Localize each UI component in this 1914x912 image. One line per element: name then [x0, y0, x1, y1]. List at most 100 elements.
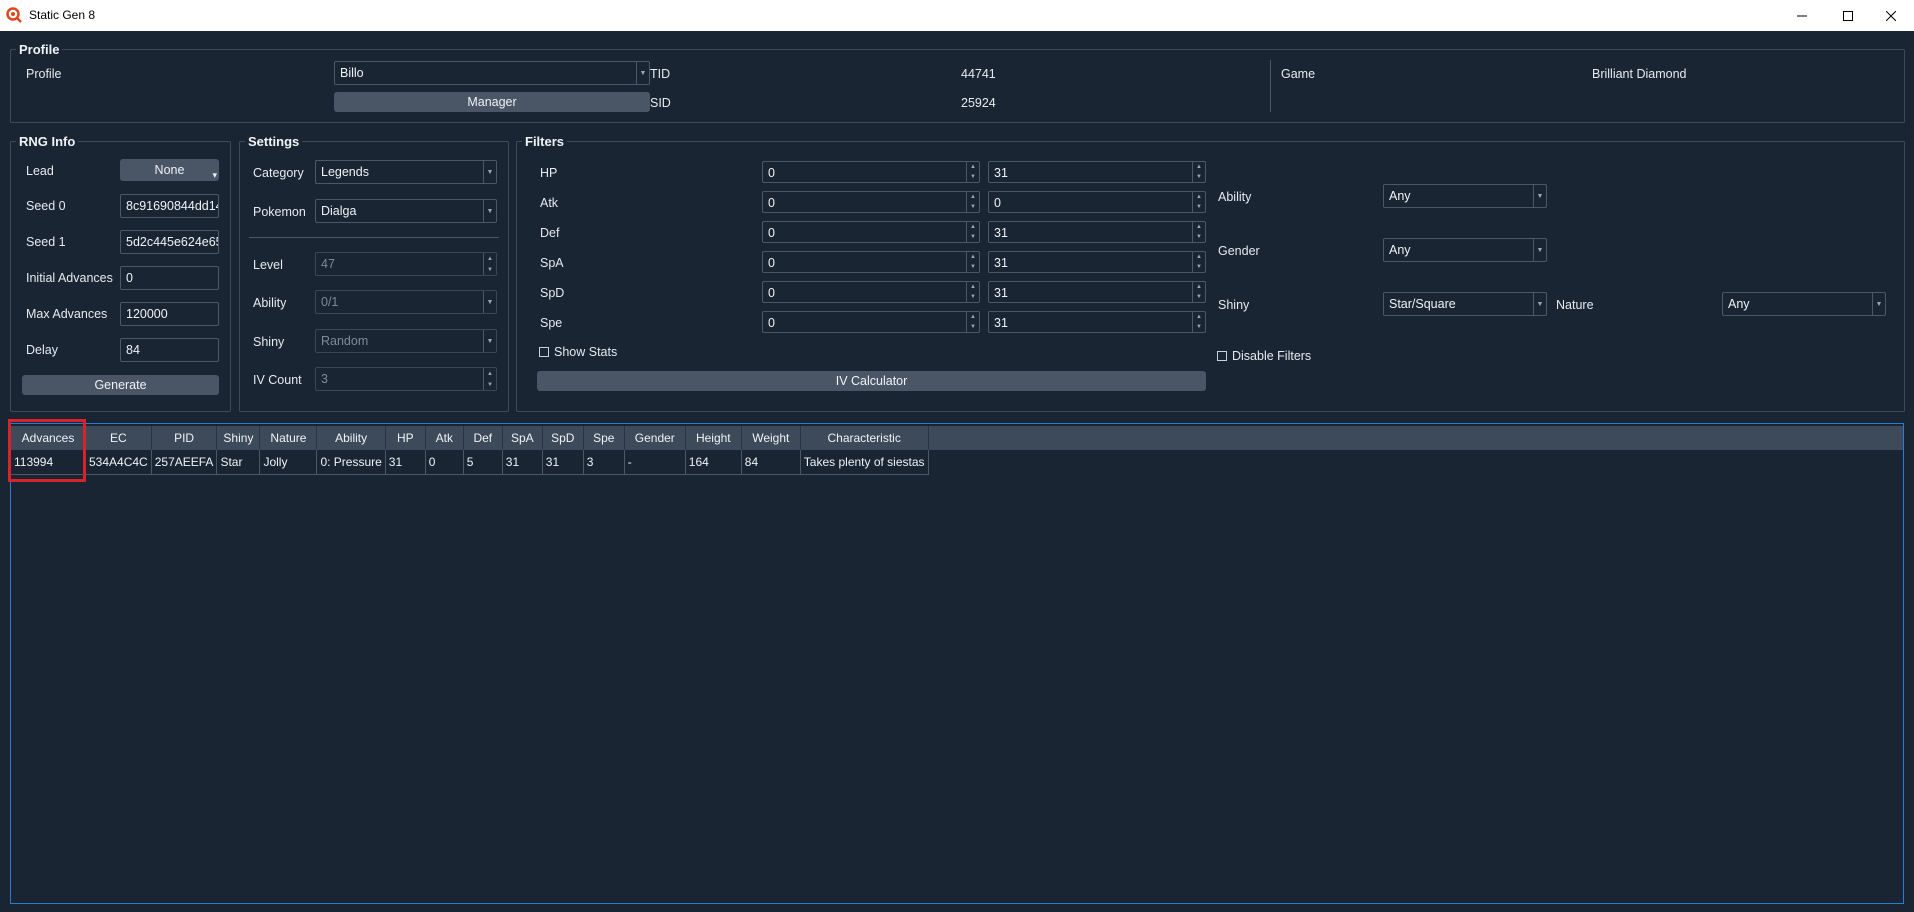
spin-down-icon[interactable]: ▼	[1193, 322, 1205, 332]
seed1-input[interactable]: 5d2c445e624e65	[120, 230, 219, 254]
column-header-shiny[interactable]: Shiny	[216, 426, 261, 450]
spin-up-icon[interactable]: ▲	[1193, 222, 1205, 232]
show-stats-checkbox[interactable]: Show Stats	[539, 345, 617, 359]
spin-buttons[interactable]: ▲ ▼	[966, 252, 979, 272]
cell-ability[interactable]: 0: Pressure	[316, 450, 386, 475]
cell-spe[interactable]: 3	[583, 450, 625, 475]
cell-ec[interactable]: 534A4C4C	[85, 450, 152, 475]
spin-buttons[interactable]: ▲ ▼	[966, 192, 979, 212]
column-header-ability[interactable]: Ability	[316, 426, 386, 450]
column-header-hp[interactable]: HP	[385, 426, 426, 450]
hp-min-spinbox[interactable]: 0 ▲ ▼	[762, 161, 980, 183]
results-grid[interactable]: Advances EC PID Shiny Nature Ability HP …	[11, 426, 929, 475]
initial-advances-input[interactable]: 0	[120, 266, 219, 290]
cell-characteristic[interactable]: Takes plenty of siestas	[800, 450, 929, 475]
column-header-spe[interactable]: Spe	[583, 426, 625, 450]
spin-buttons[interactable]: ▲ ▼	[1192, 282, 1205, 302]
pokemon-combo[interactable]: Dialga ▼	[315, 199, 497, 223]
nature-filter-combo[interactable]: Any ▼	[1722, 292, 1886, 316]
column-header-weight[interactable]: Weight	[741, 426, 801, 450]
cell-spa[interactable]: 31	[502, 450, 543, 475]
column-header-atk[interactable]: Atk	[425, 426, 464, 450]
spin-up-icon[interactable]: ▲	[1193, 252, 1205, 262]
spin-up-icon[interactable]: ▲	[1193, 282, 1205, 292]
spin-down-icon[interactable]: ▼	[967, 292, 979, 302]
cell-height[interactable]: 164	[685, 450, 742, 475]
lead-button[interactable]: None ▾	[120, 159, 219, 181]
spa-min-spinbox[interactable]: 0 ▲ ▼	[762, 251, 980, 273]
cell-pid[interactable]: 257AEEFA	[151, 450, 218, 475]
spin-down-icon[interactable]: ▼	[1193, 292, 1205, 302]
hp-max-spinbox[interactable]: 31 ▲ ▼	[988, 161, 1206, 183]
cell-gender[interactable]: -	[624, 450, 686, 475]
column-header-def[interactable]: Def	[463, 426, 503, 450]
spin-down-icon[interactable]: ▼	[967, 322, 979, 332]
profile-combo[interactable]: Billo ▼	[334, 61, 650, 85]
def-min-spinbox[interactable]: 0 ▲ ▼	[762, 221, 980, 243]
checkbox-box[interactable]	[1217, 351, 1227, 361]
column-header-spa[interactable]: SpA	[502, 426, 543, 450]
maximize-button[interactable]	[1825, 0, 1871, 31]
iv-calculator-button[interactable]: IV Calculator	[537, 371, 1206, 391]
close-button[interactable]	[1868, 0, 1914, 31]
atk-max-spinbox[interactable]: 0 ▲ ▼	[988, 191, 1206, 213]
spa-max-spinbox[interactable]: 31 ▲ ▼	[988, 251, 1206, 273]
disable-filters-checkbox[interactable]: Disable Filters	[1217, 349, 1311, 363]
column-header-spd[interactable]: SpD	[542, 426, 584, 450]
spin-down-icon[interactable]: ▼	[1193, 172, 1205, 182]
cell-nature[interactable]: Jolly	[259, 450, 318, 475]
gender-filter-combo[interactable]: Any ▼	[1383, 238, 1547, 262]
results-table[interactable]: Advances EC PID Shiny Nature Ability HP …	[10, 423, 1904, 904]
spin-up-icon[interactable]: ▲	[967, 162, 979, 172]
spin-up-icon[interactable]: ▲	[967, 282, 979, 292]
cell-shiny[interactable]: Star	[216, 450, 261, 475]
cell-weight[interactable]: 84	[741, 450, 801, 475]
cell-atk[interactable]: 0	[425, 450, 464, 475]
column-header-gender[interactable]: Gender	[624, 426, 686, 450]
spin-up-icon[interactable]: ▲	[967, 192, 979, 202]
delay-input[interactable]: 84	[120, 338, 219, 362]
spin-buttons[interactable]: ▲ ▼	[1192, 192, 1205, 212]
def-max-spinbox[interactable]: 31 ▲ ▼	[988, 221, 1206, 243]
minimize-button[interactable]	[1779, 0, 1825, 31]
cell-hp[interactable]: 31	[385, 450, 426, 475]
generate-button[interactable]: Generate	[22, 375, 219, 395]
spin-buttons[interactable]: ▲ ▼	[966, 282, 979, 302]
seed0-input[interactable]: 8c91690844dd14	[120, 194, 219, 218]
ability-filter-combo[interactable]: Any ▼	[1383, 184, 1547, 208]
spe-min-spinbox[interactable]: 0 ▲ ▼	[762, 311, 980, 333]
spin-down-icon[interactable]: ▼	[967, 262, 979, 272]
cell-def[interactable]: 5	[463, 450, 503, 475]
column-header-pid[interactable]: PID	[151, 426, 218, 450]
checkbox-box[interactable]	[539, 347, 549, 357]
shiny-filter-combo[interactable]: Star/Square ▼	[1383, 292, 1547, 316]
spin-buttons[interactable]: ▲ ▼	[1192, 162, 1205, 182]
spin-down-icon[interactable]: ▼	[967, 172, 979, 182]
spin-down-icon[interactable]: ▼	[1193, 202, 1205, 212]
spe-max-spinbox[interactable]: 31 ▲ ▼	[988, 311, 1206, 333]
column-header-ec[interactable]: EC	[85, 426, 152, 450]
spin-buttons[interactable]: ▲ ▼	[966, 222, 979, 242]
manager-button[interactable]: Manager	[334, 92, 650, 112]
table-row[interactable]: 113994 534A4C4C 257AEEFA Star Jolly 0: P…	[11, 450, 929, 475]
spin-buttons[interactable]: ▲ ▼	[1192, 252, 1205, 272]
category-combo[interactable]: Legends ▼	[315, 160, 497, 184]
spin-up-icon[interactable]: ▲	[1193, 162, 1205, 172]
spin-up-icon[interactable]: ▲	[967, 312, 979, 322]
spin-down-icon[interactable]: ▼	[967, 232, 979, 242]
spin-buttons[interactable]: ▲ ▼	[966, 162, 979, 182]
max-advances-input[interactable]: 120000	[120, 302, 219, 326]
column-header-nature[interactable]: Nature	[259, 426, 318, 450]
column-header-height[interactable]: Height	[685, 426, 742, 450]
atk-min-spinbox[interactable]: 0 ▲ ▼	[762, 191, 980, 213]
column-header-characteristic[interactable]: Characteristic	[800, 426, 929, 450]
spin-up-icon[interactable]: ▲	[1193, 192, 1205, 202]
spin-buttons[interactable]: ▲ ▼	[1192, 312, 1205, 332]
spin-up-icon[interactable]: ▲	[967, 252, 979, 262]
spin-down-icon[interactable]: ▼	[967, 202, 979, 212]
cell-spd[interactable]: 31	[542, 450, 584, 475]
spd-min-spinbox[interactable]: 0 ▲ ▼	[762, 281, 980, 303]
spd-max-spinbox[interactable]: 31 ▲ ▼	[988, 281, 1206, 303]
spin-down-icon[interactable]: ▼	[1193, 232, 1205, 242]
spin-down-icon[interactable]: ▼	[1193, 262, 1205, 272]
